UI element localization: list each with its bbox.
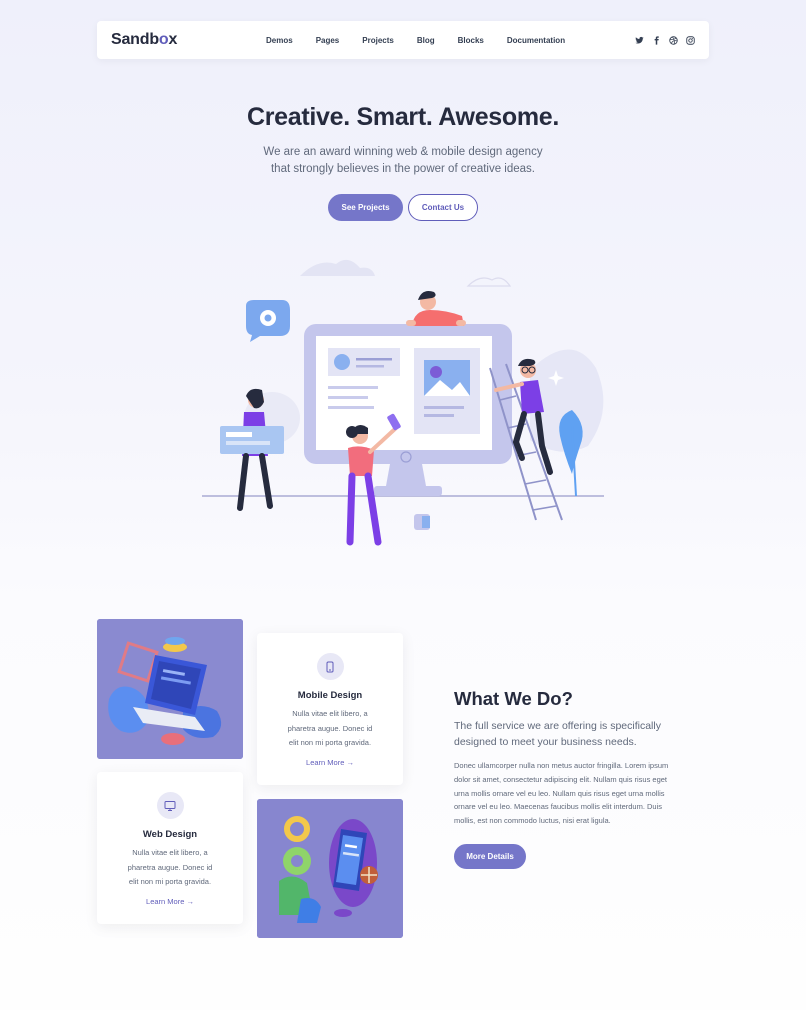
learn-more-link[interactable]: Learn More → (257, 758, 403, 767)
nav-link-demos[interactable]: Demos (266, 36, 293, 45)
service-title: Web Design (142, 829, 198, 840)
instagram-icon[interactable] (686, 35, 695, 45)
hero-title: Creative. Smart. Awesome. (246, 103, 560, 131)
nav-link-projects[interactable]: Projects (362, 36, 394, 45)
hero-illustration (202, 259, 604, 546)
service-description-line: pharetra augue. Donec id (287, 723, 373, 733)
what-we-do-body: Donec ullamcorper nulla non metus auctor… (454, 759, 704, 828)
nav-link-pages[interactable]: Pages (316, 36, 340, 45)
hero-subtitle-line: that strongly believes in the power of c… (270, 162, 535, 175)
dribbble-icon[interactable] (669, 35, 678, 45)
monitor-icon (156, 792, 184, 819)
what-we-do-body-line: mollis, est non commodo luctus, nisi era… (454, 816, 611, 826)
what-we-do-lead-line: The full service we are offering is spec… (454, 720, 661, 732)
nav-link-blocks[interactable]: Blocks (458, 36, 484, 45)
what-we-do-body-line: ornare vel eu leo. Maecenas faucibus mol… (454, 802, 663, 812)
contact-us-button[interactable]: Contact Us (408, 194, 478, 221)
service-description-line: Nulla vitae elit libero, a (292, 709, 368, 718)
service-description: Nulla vitae elit libero, a pharetra augu… (257, 707, 403, 751)
laptop-3d-image (97, 619, 243, 759)
facebook-icon[interactable] (652, 35, 661, 45)
see-projects-button[interactable]: See Projects (328, 194, 403, 221)
logo[interactable]: Sandbox (111, 31, 177, 49)
service-description-line: elit non mi porta gravida. (128, 877, 212, 886)
service-description-line: Nulla vitae elit libero, a (132, 848, 208, 857)
hero-subtitle-line: We are an award winning web & mobile des… (263, 146, 543, 158)
what-we-do-title: What We Do? (454, 688, 573, 709)
service-card-mobile: Mobile Design Nulla vitae elit libero, a… (257, 633, 403, 785)
nav-link-documentation[interactable]: Documentation (507, 36, 565, 45)
service-title: Mobile Design (297, 690, 363, 701)
service-description-line: pharetra augue. Donec id (127, 862, 213, 872)
service-card-web: Web Design Nulla vitae elit libero, a ph… (97, 772, 243, 924)
service-description-line: elit non mi porta gravida. (288, 738, 372, 747)
what-we-do-body-line: Donec ullamcorper nulla non metus auctor… (454, 761, 669, 770)
navbar: Sandbox Demos Pages Projects Blog Blocks… (97, 21, 709, 59)
more-details-button[interactable]: More Details (454, 844, 526, 869)
logo-text-end: x (168, 31, 178, 48)
hero-subtitle: We are an award winning web & mobile des… (0, 144, 806, 177)
what-we-do-body-line: urna mollis ornare vel eu leo. Nullam qu… (454, 788, 665, 798)
nav-link-blog[interactable]: Blog (417, 36, 435, 45)
nav-links: Demos Pages Projects Blog Blocks Documen… (266, 21, 588, 59)
what-we-do-lead-line: designed to meet your business needs. (454, 736, 637, 748)
logo-text-main: Sandb (111, 31, 159, 48)
learn-more-link[interactable]: Learn More → (97, 897, 243, 906)
what-we-do-body-line: dolor sit amet, consectetur adipiscing e… (454, 774, 668, 784)
service-description: Nulla vitae elit libero, a pharetra augu… (97, 846, 243, 890)
twitter-icon[interactable] (635, 36, 644, 45)
phone-3d-image (257, 799, 403, 938)
what-we-do-lead: The full service we are offering is spec… (454, 718, 704, 750)
phone-icon (316, 653, 344, 680)
social-links (635, 21, 695, 59)
